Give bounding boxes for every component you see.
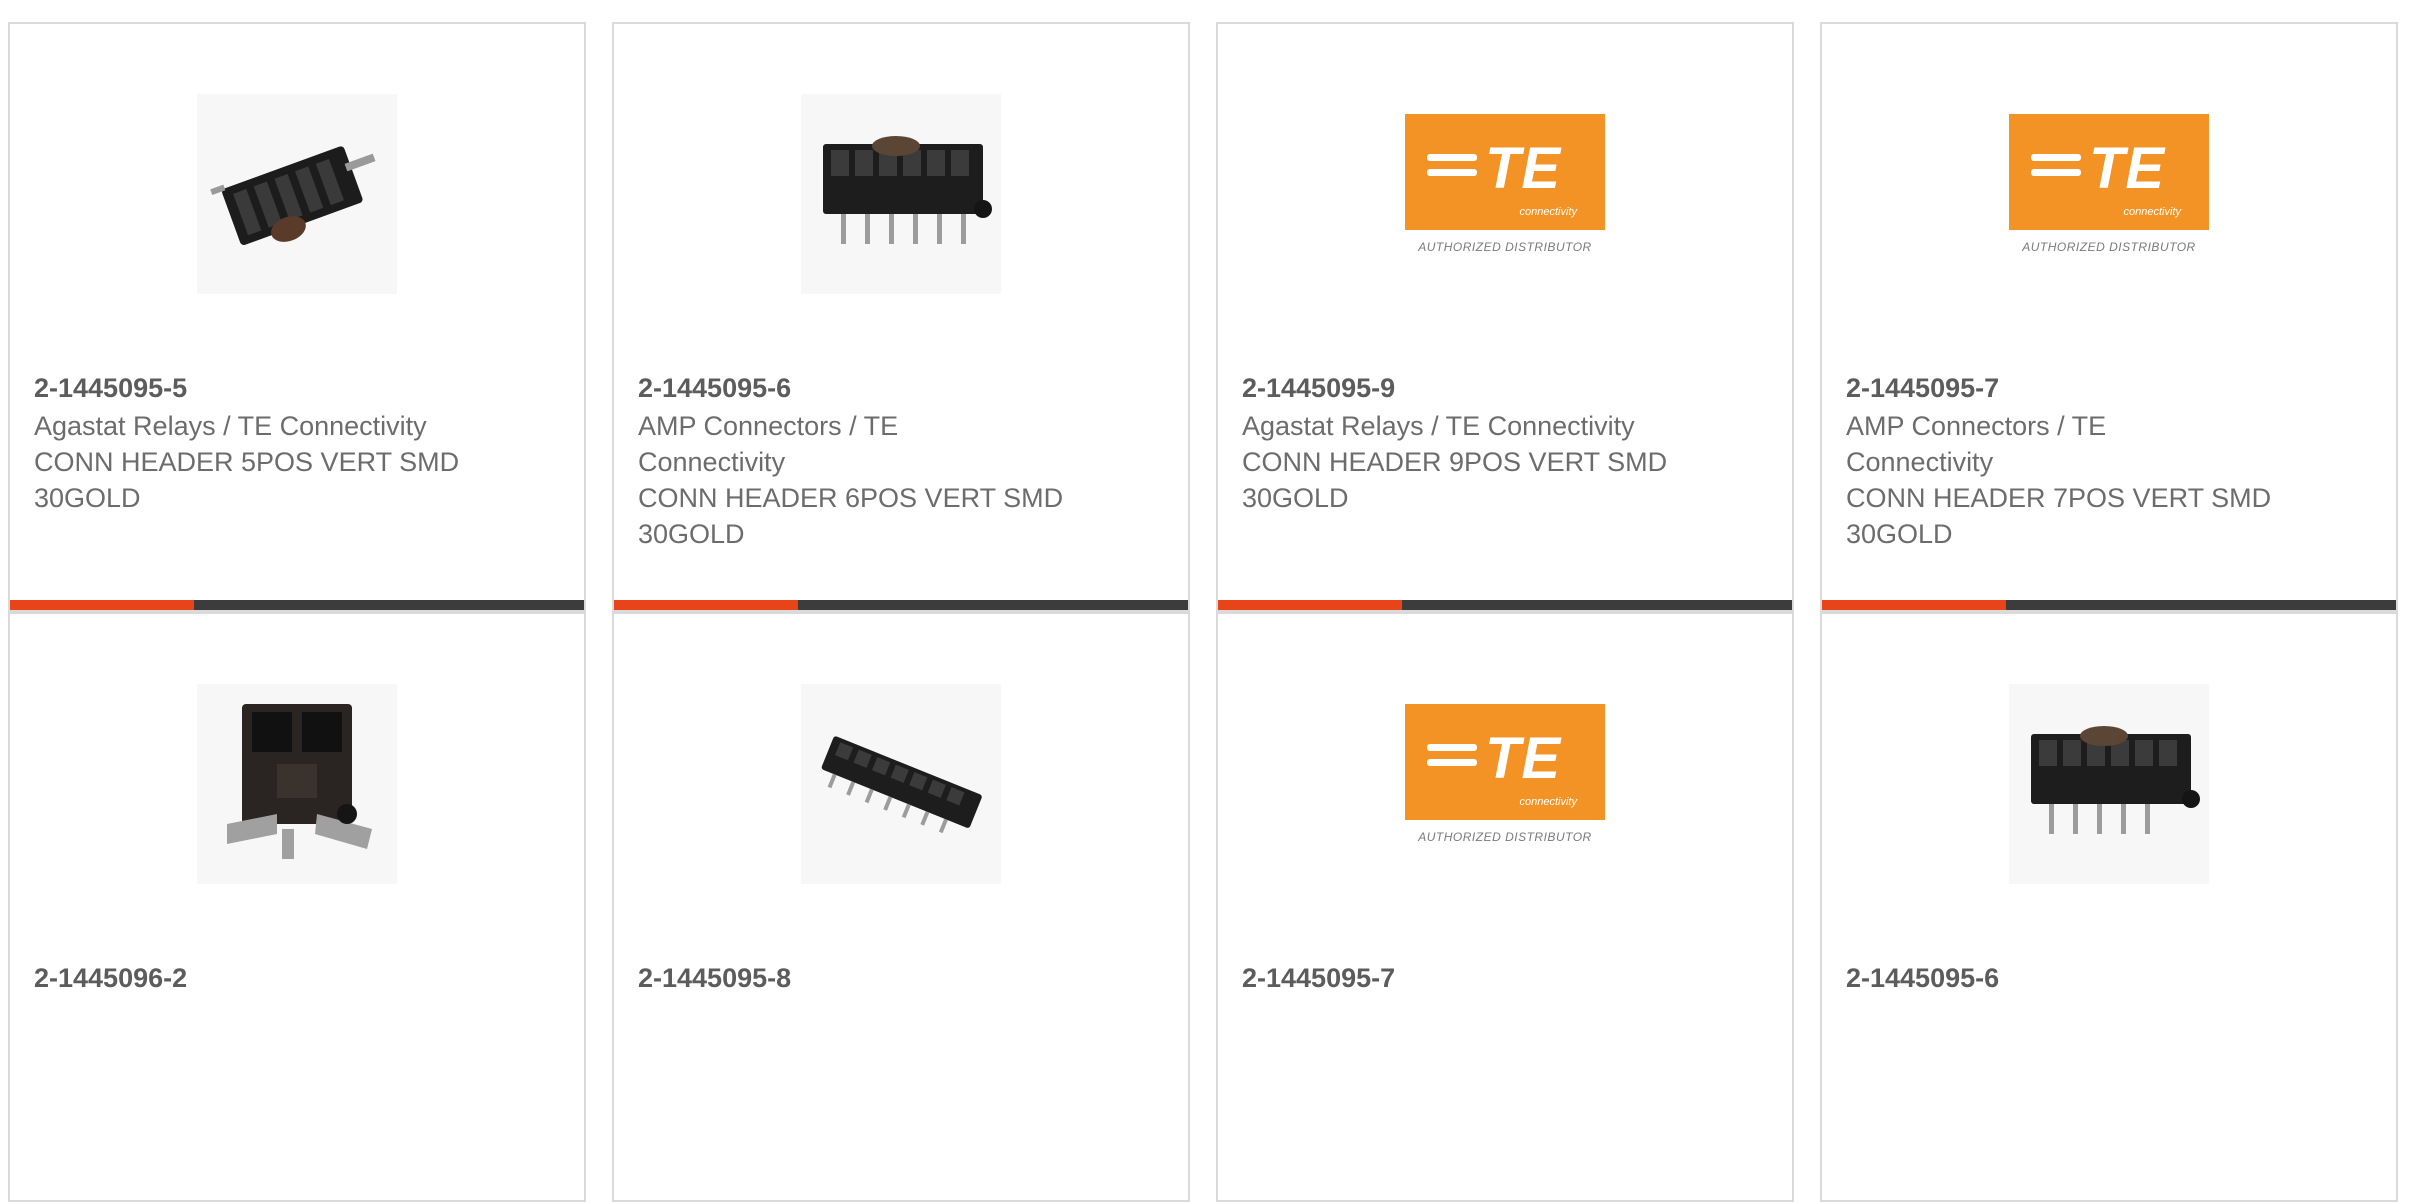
part-number[interactable]: 2-1445095-9 (1242, 370, 1768, 406)
te-logo-tagline: AUTHORIZED DISTRIBUTOR (2022, 240, 2196, 254)
te-logo-subtitle: connectivity (1519, 796, 1577, 808)
product-image[interactable] (197, 684, 397, 884)
description: CONN HEADER 9POS VERT SMD 30GOLD (1242, 447, 1668, 513)
product-image[interactable] (197, 94, 397, 294)
te-logo-mark: TE (2088, 136, 2166, 201)
product-image[interactable] (2009, 684, 2209, 884)
product-card[interactable]: 2-1445095-6 (1820, 612, 2398, 1202)
product-card[interactable]: 2-1445095-8 (612, 612, 1190, 1202)
manufacturer: Agastat Relays / TE Connectivity (1242, 411, 1635, 441)
connector-photo (801, 94, 1001, 294)
te-logo-tagline: AUTHORIZED DISTRIBUTOR (1418, 240, 1592, 254)
part-number[interactable]: 2-1445095-6 (1846, 960, 2372, 996)
te-logo-icon[interactable]: TE connectivity AUTHORIZED DISTRIBUTOR (1405, 114, 1605, 274)
te-logo-tagline: AUTHORIZED DISTRIBUTOR (1418, 830, 1592, 844)
connector-photo (801, 684, 1001, 884)
product-card[interactable]: TE connectivity AUTHORIZED DISTRIBUTOR 2… (1216, 22, 1794, 612)
description: CONN HEADER 5POS VERT SMD 30GOLD (34, 447, 460, 513)
card-bar (614, 600, 1188, 610)
card-bar (1218, 600, 1792, 610)
description: CONN HEADER 7POS VERT SMD 30GOLD (1846, 483, 2272, 549)
product-card[interactable]: 2-1445095-5 Agastat Relays / TE Connecti… (8, 22, 586, 612)
te-logo-subtitle: connectivity (2123, 206, 2181, 218)
product-grid: 2-1445095-5 Agastat Relays / TE Connecti… (0, 0, 2410, 1202)
card-bar (10, 600, 584, 610)
product-card[interactable]: 2-1445095-6 AMP Connectors / TE Connecti… (612, 22, 1190, 612)
connector-photo (2009, 684, 2209, 884)
connector-photo (197, 94, 397, 294)
card-bar (1822, 600, 2396, 610)
manufacturer: AMP Connectors / TE Connectivity (638, 411, 899, 477)
card-bar-accent (1218, 600, 1402, 610)
description: CONN HEADER 6POS VERT SMD 30GOLD (638, 483, 1064, 549)
part-number[interactable]: 2-1445095-8 (638, 960, 1164, 996)
product-card[interactable]: TE connectivity AUTHORIZED DISTRIBUTOR 2… (1216, 612, 1794, 1202)
te-logo-icon[interactable]: TE connectivity AUTHORIZED DISTRIBUTOR (2009, 114, 2209, 274)
connector-photo (197, 684, 397, 884)
product-image[interactable] (801, 684, 1001, 884)
card-bar-accent (1822, 600, 2006, 610)
te-logo-mark: TE (1484, 136, 1562, 201)
card-bar-accent (614, 600, 798, 610)
part-number[interactable]: 2-1445096-2 (34, 960, 560, 996)
manufacturer: Agastat Relays / TE Connectivity (34, 411, 427, 441)
part-number[interactable]: 2-1445095-7 (1242, 960, 1768, 996)
part-number[interactable]: 2-1445095-7 (1846, 370, 2372, 406)
card-bar-accent (10, 600, 194, 610)
te-logo-icon[interactable]: TE connectivity AUTHORIZED DISTRIBUTOR (1405, 704, 1605, 864)
te-logo-mark: TE (1484, 726, 1562, 791)
product-card[interactable]: TE connectivity AUTHORIZED DISTRIBUTOR 2… (1820, 22, 2398, 612)
part-number[interactable]: 2-1445095-6 (638, 370, 1164, 406)
part-number[interactable]: 2-1445095-5 (34, 370, 560, 406)
product-image[interactable] (801, 94, 1001, 294)
te-logo-subtitle: connectivity (1519, 206, 1577, 218)
product-card[interactable]: 2-1445096-2 (8, 612, 586, 1202)
manufacturer: AMP Connectors / TE Connectivity (1846, 411, 2107, 477)
